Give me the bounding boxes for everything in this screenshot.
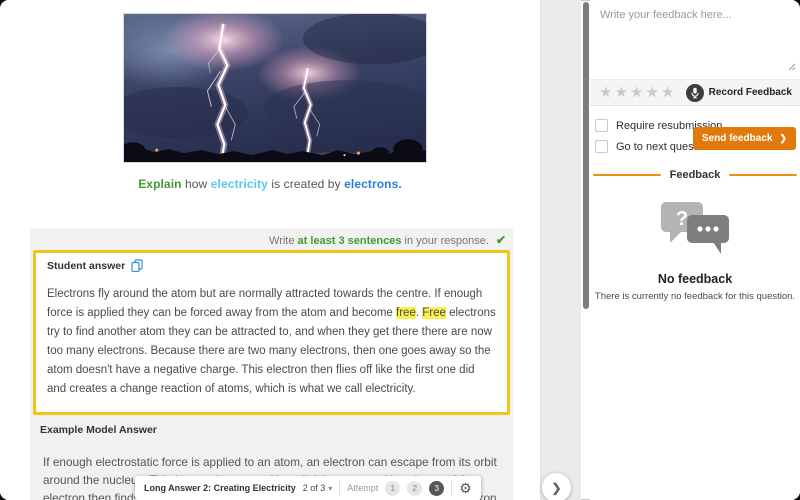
chat-bubbles-icon: ?: [657, 198, 733, 256]
rating-bar: ★ ★ ★ ★ ★ Record Feedbac: [590, 79, 800, 106]
svg-text:?: ?: [676, 208, 688, 230]
star-icon[interactable]: ★: [630, 85, 643, 100]
feedback-divider: Feedback: [593, 169, 797, 181]
no-feedback-title: No feedback: [590, 272, 800, 286]
send-feedback-button[interactable]: Send feedback ❯: [693, 127, 796, 150]
chevron-right-icon: ❯: [551, 481, 561, 495]
gear-icon[interactable]: ⚙: [459, 481, 472, 495]
star-icon[interactable]: ★: [599, 85, 612, 100]
feedback-divider-label: Feedback: [670, 169, 721, 181]
chevron-right-icon: ❯: [779, 133, 787, 144]
star-icon[interactable]: ★: [614, 85, 627, 100]
question-keyword-electricity: electricity: [211, 177, 268, 191]
star-rating: ★ ★ ★ ★ ★: [599, 85, 674, 100]
question-pane: Explain how electricity is created by el…: [0, 0, 540, 500]
student-answer-box: Student answer Electrons fly around the …: [33, 250, 510, 415]
require-resubmission-checkbox[interactable]: [595, 119, 608, 132]
answer-section: Write at least 3 sentences in your respo…: [30, 228, 513, 500]
record-feedback-button[interactable]: Record Feedback: [686, 84, 792, 102]
app-window: Explain how electricity is created by el…: [0, 0, 800, 500]
lightning-photo-graphic: [124, 14, 426, 162]
go-to-next-question-checkbox[interactable]: [595, 140, 608, 153]
toolbar-divider: [451, 481, 452, 495]
lightning-photo: [123, 13, 427, 163]
highlighted-word: Free: [422, 307, 446, 319]
question-title: Long Answer 2: Creating Electricity: [144, 483, 296, 493]
microphone-icon: [686, 84, 704, 102]
question-text: Explain how electricity is created by el…: [0, 177, 540, 191]
star-icon[interactable]: ★: [645, 85, 658, 100]
feedback-panel: ★ ★ ★ ★ ★ Record Feedbac: [590, 0, 800, 500]
panel-scrollbar[interactable]: [583, 2, 589, 309]
copy-icon[interactable]: [131, 259, 143, 272]
highlighted-word: free: [396, 307, 416, 319]
student-answer-text: Electrons fly around the atom but are no…: [47, 285, 496, 399]
feedback-input[interactable]: [590, 0, 800, 74]
attempt-2-button[interactable]: 2: [407, 481, 422, 496]
question-selector-dropdown[interactable]: 2 of 3▾: [303, 483, 333, 493]
question-toolbar: Long Answer 2: Creating Electricity 2 of…: [135, 476, 481, 500]
divider-line: [593, 174, 661, 176]
question-keyword-electrons: electrons.: [344, 177, 402, 191]
divider-line: [729, 174, 797, 176]
question-keyword-explain: Explain: [138, 177, 181, 191]
pane-gutter: [540, 0, 581, 500]
toolbar-divider: [339, 481, 340, 495]
no-feedback-message: There is currently no feedback for this …: [590, 291, 800, 302]
student-answer-label: Student answer: [47, 260, 125, 272]
attempt-1-button[interactable]: 1: [385, 481, 400, 496]
record-feedback-label: Record Feedback: [709, 87, 792, 98]
caret-down-icon: ▾: [328, 484, 332, 493]
star-icon[interactable]: ★: [661, 85, 674, 100]
resize-handle-icon[interactable]: [787, 62, 796, 71]
next-question-button[interactable]: ❯: [542, 473, 571, 500]
model-answer-heading: Example Model Answer: [40, 424, 513, 436]
question-plain-2: is created by: [268, 177, 344, 191]
requirement-text: Write at least 3 sentences in your respo…: [30, 228, 513, 247]
attempt-label: Attempt: [347, 483, 378, 493]
question-plain-1: how: [182, 177, 211, 191]
attempt-3-button[interactable]: 3: [429, 481, 444, 496]
check-icon: ✔: [496, 233, 506, 247]
feedback-composer: ★ ★ ★ ★ ★ Record Feedbac: [590, 0, 800, 106]
no-feedback-empty-state: ? No feedback There is currently no feed…: [590, 181, 800, 302]
